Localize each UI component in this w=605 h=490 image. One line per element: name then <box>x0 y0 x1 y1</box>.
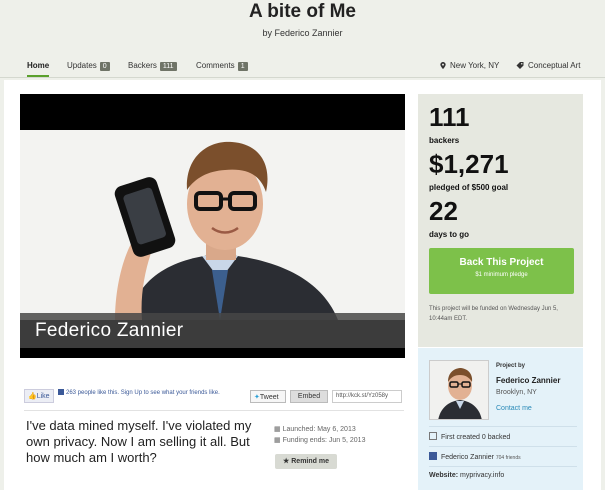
projects-icon <box>429 432 437 440</box>
funding-ends-date: Funding ends: Jun 5, 2013 <box>282 437 366 444</box>
launched-row: ▦ Launched: May 6, 2013 <box>274 424 394 435</box>
project-nav: Home Updates 0 Backers 111 Comments 1 New Y… <box>0 56 605 78</box>
facebook-name[interactable]: Federico Zannier <box>441 454 494 461</box>
project-by-label: Project by <box>496 363 526 369</box>
tab-home[interactable]: Home <box>27 61 50 77</box>
embed-button[interactable]: Embed <box>290 390 328 403</box>
facebook-like-text: 263 people like this. Sign Up to see wha… <box>66 390 220 396</box>
facebook-like-button[interactable]: 👍Like <box>24 389 54 403</box>
facebook-like-label: Like <box>36 393 50 400</box>
video-player[interactable]: Federico Zannier <box>20 94 405 358</box>
first-created-text[interactable]: First created <box>441 434 480 441</box>
project-title: A bite of Me <box>249 1 356 22</box>
video-thumbnail-illustration <box>20 130 405 320</box>
facebook-like-count-text[interactable]: 263 people like this. Sign Up to see wha… <box>58 389 228 397</box>
video-frame <box>20 130 405 320</box>
pledged-amount: $1,271 <box>429 149 509 179</box>
page-header: A bite of Me by Federico Zannier Home Up… <box>0 0 605 80</box>
creator-name[interactable]: Federico Zannier <box>496 376 560 385</box>
tab-updates-label: Updates <box>67 61 97 70</box>
calendar-icon: ▦ <box>274 426 283 433</box>
video-caption: Federico Zannier <box>35 320 184 341</box>
tab-backers-label: Backers <box>128 61 157 70</box>
location-pin-icon <box>440 62 446 69</box>
facebook-friends-count: 704 friends <box>495 455 521 461</box>
days-to-go-count: 22 <box>429 196 458 226</box>
tab-comments-label: Comments <box>196 61 235 70</box>
tab-updates[interactable]: Updates 0 <box>67 61 110 71</box>
tab-comments[interactable]: Comments 1 <box>196 61 248 71</box>
tab-backers[interactable]: Backers 111 <box>128 61 177 71</box>
category-link[interactable]: Conceptual Art <box>516 61 580 70</box>
tab-home-label: Home <box>27 61 50 70</box>
pledged-label: pledged of $500 goal <box>429 183 509 192</box>
star-icon: ★ <box>283 458 292 465</box>
updates-count-badge: 0 <box>99 62 110 71</box>
facebook-icon <box>58 389 64 395</box>
tweet-label: Tweet <box>259 394 279 401</box>
short-url-field[interactable]: http://kck.st/Yz058y <box>332 390 402 403</box>
funding-stats-panel: 111 backers $1,271 pledged of $500 goal … <box>418 94 583 347</box>
tweet-button[interactable]: ✦Tweet <box>250 390 286 403</box>
contact-me-link[interactable]: Contact me <box>496 405 532 412</box>
back-this-project-button[interactable]: Back This Project $1 minimum pledge <box>429 248 574 294</box>
location-text: New York, NY <box>450 61 500 70</box>
project-blurb: I've data mined myself. I've violated my… <box>26 418 252 465</box>
project-byline[interactable]: by Federico Zannier <box>0 28 605 38</box>
funding-deadline-note: This project will be funded on Wednesday… <box>429 306 558 322</box>
funding-ends-row: ▦ Funding ends: Jun 5, 2013 <box>274 435 394 446</box>
creator-history-row: First created 0 backed <box>429 426 577 441</box>
location-link[interactable]: New York, NY <box>440 61 499 70</box>
tag-icon <box>516 62 524 69</box>
calendar-icon: ▦ <box>274 437 283 444</box>
creator-location[interactable]: Brooklyn, NY <box>496 389 537 396</box>
creator-website-row: Website: myprivacy.info <box>429 466 577 479</box>
creator-facebook-row: Federico Zannier 704 friends <box>429 446 577 461</box>
back-button-label: Back This Project <box>459 257 544 268</box>
facebook-icon <box>429 452 437 460</box>
website-link[interactable]: myprivacy.info <box>460 472 504 479</box>
creator-avatar-illustration <box>430 361 488 419</box>
days-to-go-label: days to go <box>429 230 470 239</box>
comments-count-badge: 1 <box>237 62 248 71</box>
content-divider <box>24 410 404 411</box>
backers-count-badge: 111 <box>159 62 177 71</box>
project-main: Federico Zannier 👍Like 263 people like t… <box>4 80 601 490</box>
minimum-pledge-label: $1 minimum pledge <box>475 272 528 278</box>
backers-label: backers <box>429 136 460 145</box>
website-label: Website: <box>429 472 459 479</box>
remind-me-label: Remind me <box>291 458 329 465</box>
category-text: Conceptual Art <box>528 61 581 70</box>
launched-date: Launched: May 6, 2013 <box>282 426 356 433</box>
creator-panel: Project by Federico Zannier Brooklyn, NY… <box>418 348 583 490</box>
backed-count[interactable]: 0 backed <box>482 434 510 441</box>
remind-me-button[interactable]: ★ Remind me <box>275 454 337 469</box>
video-caption-bar: Federico Zannier <box>20 313 405 348</box>
backers-count: 111 <box>429 102 470 132</box>
launch-info: ▦ Launched: May 6, 2013 ▦ Funding ends: … <box>274 424 394 446</box>
social-share-bar: 👍Like 263 people like this. Sign Up to s… <box>24 387 404 407</box>
avatar[interactable] <box>429 360 489 420</box>
thumbs-up-icon: 👍 <box>28 393 37 400</box>
